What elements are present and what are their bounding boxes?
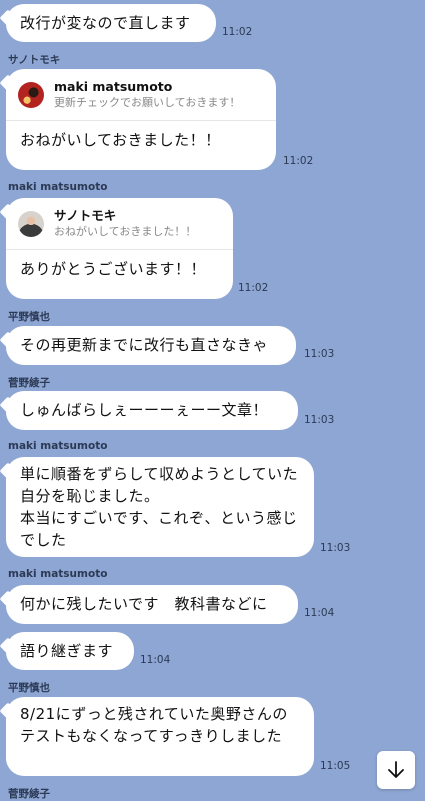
message-text: 単に順番をずらして収めようとしていた自分を恥じました。 本当にすごいです、これぞ…	[20, 465, 299, 549]
sender-name: maki matsumoto	[8, 181, 108, 193]
message-time: 11:02	[283, 155, 314, 167]
message-text: ありがとうございます！！	[20, 260, 207, 278]
message-text: おねがいしておきました！！	[20, 131, 221, 149]
message-time: 11:02	[238, 282, 269, 294]
sender-name: 平野慎也	[8, 311, 50, 323]
avatar	[18, 210, 44, 237]
reply-message-bubble[interactable]: サノトモキ おねがいしておきました！！ ありがとうございます！！	[0, 198, 233, 299]
message-time: 11:02	[222, 26, 253, 38]
quoted-reply[interactable]: maki matsumoto 更新チェックでお願いしておきます！	[6, 69, 276, 121]
sender-name: maki matsumoto	[8, 568, 108, 580]
message-text: 何かに残したいです 教科書などに	[20, 595, 268, 613]
message-time: 11:04	[304, 607, 335, 619]
sender-name: 平野慎也	[8, 682, 50, 694]
message-text: その再更新までに改行も直さなきゃ	[20, 336, 269, 354]
scroll-to-bottom-button[interactable]	[377, 751, 415, 789]
quoted-sender-name: サノトモキ	[54, 208, 117, 223]
message-bubble[interactable]: しゅんばらしぇーーーぇーー文章！	[0, 391, 298, 430]
sender-name: 菅野綾子	[8, 377, 50, 389]
message-text: 語り継ぎます	[20, 642, 114, 660]
message-bubble[interactable]: 語り継ぎます	[0, 632, 134, 670]
quoted-reply[interactable]: サノトモキ おねがいしておきました！！	[6, 198, 233, 250]
message-time: 11:03	[320, 542, 351, 554]
message-bubble[interactable]: 何かに残したいです 教科書などに	[0, 585, 298, 624]
message-text: しゅんばらしぇーーーぇーー文章！	[20, 401, 269, 419]
message-text: 8/21にずっと残されていた奥野さんのテストもなくなってすっきりしました	[20, 705, 288, 745]
quoted-message-text: 更新チェックでお願いしておきます！	[54, 96, 241, 109]
message-bubble[interactable]: 8/21にずっと残されていた奥野さんのテストもなくなってすっきりしました	[0, 697, 314, 776]
message-time: 11:03	[304, 348, 335, 360]
sender-name: サノトモキ	[8, 54, 61, 66]
message-bubble[interactable]: その再更新までに改行も直さなきゃ	[0, 326, 296, 365]
arrow-down-icon	[388, 761, 404, 778]
sender-name: maki matsumoto	[8, 440, 108, 452]
message-bubble[interactable]: 改行が変なので直します	[0, 4, 216, 42]
avatar	[18, 81, 44, 108]
sender-name: 菅野綾子	[8, 788, 50, 800]
message-time: 11:05	[320, 760, 351, 772]
message-time: 11:03	[304, 414, 335, 426]
message-time: 11:04	[140, 654, 171, 666]
quoted-sender-name: maki matsumoto	[54, 79, 173, 94]
reply-message-bubble[interactable]: maki matsumoto 更新チェックでお願いしておきます！ おねがいしてお…	[0, 69, 276, 170]
message-text: 改行が変なので直します	[20, 14, 191, 32]
quoted-message-text: おねがいしておきました！！	[54, 225, 197, 238]
message-bubble[interactable]: 単に順番をずらして収めようとしていた自分を恥じました。 本当にすごいです、これぞ…	[0, 457, 314, 557]
